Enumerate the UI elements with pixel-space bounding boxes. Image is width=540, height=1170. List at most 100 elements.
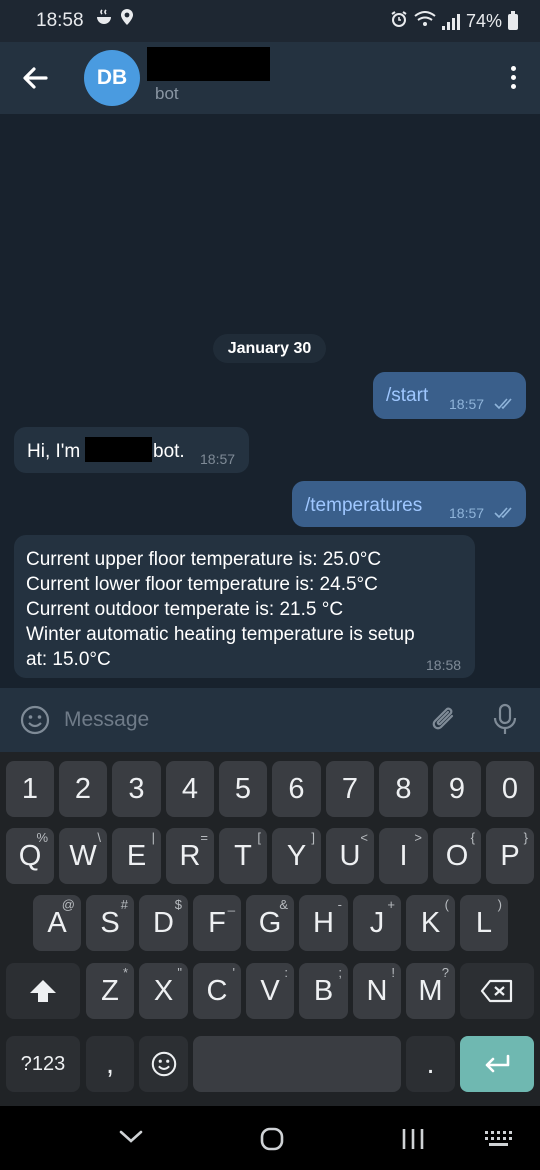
signal-icon	[441, 13, 460, 30]
key-0[interactable]: 0	[486, 761, 534, 817]
message-line: Current outdoor temperate is: 21.5 °C	[26, 599, 344, 620]
enter-key[interactable]	[460, 1036, 534, 1092]
emoji-button[interactable]	[20, 705, 50, 735]
key-a[interactable]: A @	[33, 895, 81, 951]
message-text[interactable]: /temperatures	[305, 495, 422, 517]
key-3[interactable]: 3	[112, 761, 161, 817]
key-s[interactable]: S #	[86, 895, 134, 951]
back-button[interactable]	[16, 60, 56, 96]
key-hint: %	[36, 830, 48, 845]
key-hint: <	[360, 830, 368, 845]
message-time: 18:57	[449, 396, 485, 412]
key-j[interactable]: J +	[353, 895, 401, 951]
backspace-icon	[480, 979, 513, 1003]
space-key[interactable]	[193, 1036, 401, 1092]
key-k[interactable]: K(	[406, 895, 455, 951]
emoji-key[interactable]	[139, 1036, 188, 1092]
key-hint: *	[122, 965, 128, 980]
key-4[interactable]: 4	[166, 761, 214, 817]
key-2[interactable]: 2	[59, 761, 107, 817]
key-6[interactable]: 6	[272, 761, 321, 817]
key-e[interactable]: E |	[112, 828, 161, 884]
message-line: Winter automatic heating temperature is …	[26, 624, 415, 645]
key-9[interactable]: 9	[433, 761, 481, 817]
message-text-before[interactable]: Hi, I'm	[27, 441, 80, 463]
key-g[interactable]: G &	[246, 895, 294, 951]
steam-icon	[94, 8, 114, 31]
key-b[interactable]: B;	[299, 963, 348, 1019]
chevron-down-icon[interactable]	[118, 1128, 144, 1146]
key-c[interactable]: C '	[193, 963, 241, 1019]
key-p[interactable]: P}	[486, 828, 534, 884]
keyboard-hide-icon[interactable]	[484, 1130, 514, 1148]
key-u[interactable]: U <	[326, 828, 374, 884]
date-separator: January 30	[213, 334, 326, 363]
key-x[interactable]: X "	[139, 963, 188, 1019]
shift-arrow-icon	[30, 980, 56, 1002]
home-icon[interactable]	[259, 1126, 285, 1152]
keyboard: 1 2 3 4 5 6 7 8 9 0 Q% W \ E | R = T[ Y] U <…	[0, 752, 540, 1106]
key-i[interactable]: I >	[379, 828, 428, 884]
message-outgoing[interactable]: /start 18:57	[373, 372, 526, 419]
key-o[interactable]: O{	[433, 828, 481, 884]
more-menu-button[interactable]	[506, 64, 520, 94]
key-v[interactable]: V:	[246, 963, 294, 1019]
key-5[interactable]: 5	[219, 761, 267, 817]
status-right: 74%	[390, 10, 518, 33]
key-hint: =	[200, 830, 208, 845]
alarm-icon	[390, 10, 408, 33]
key-l[interactable]: L)	[460, 895, 508, 951]
voice-button[interactable]	[492, 702, 518, 738]
message-time: 18:57	[449, 505, 485, 521]
arrow-left-icon	[23, 67, 48, 89]
message-text-after[interactable]: bot.	[153, 441, 185, 463]
key-w[interactable]: W \	[59, 828, 107, 884]
chat-header: DB bot	[0, 42, 540, 114]
message-input[interactable]	[64, 704, 384, 736]
key-hint: \	[97, 830, 101, 845]
message-text[interactable]: /start	[386, 385, 428, 407]
message-outgoing[interactable]: /temperatures 18:57	[292, 481, 526, 527]
key-h[interactable]: H-	[299, 895, 348, 951]
key-hint: +	[387, 897, 395, 912]
key-f[interactable]: F _	[193, 895, 241, 951]
redacted-chat-name[interactable]	[147, 47, 270, 81]
key-n[interactable]: N!	[353, 963, 401, 1019]
message-incoming[interactable]: Current upper floor temperature is: 25.0…	[14, 535, 475, 678]
backspace-key[interactable]	[460, 963, 534, 1019]
location-icon	[120, 8, 134, 31]
key-t[interactable]: T[	[219, 828, 267, 884]
message-time: 18:58	[426, 657, 462, 673]
key-8[interactable]: 8	[379, 761, 428, 817]
key-hint: )	[497, 897, 502, 912]
key-7[interactable]: 7	[326, 761, 374, 817]
message-incoming[interactable]: Hi, I'm bot. 18:57	[14, 427, 249, 473]
battery-percent: 74%	[465, 11, 502, 31]
key-hint: ;	[338, 965, 342, 980]
key-hint: ?	[441, 965, 449, 980]
key-y[interactable]: Y]	[272, 828, 321, 884]
key-hint: $	[174, 897, 182, 912]
key-q[interactable]: Q%	[6, 828, 54, 884]
avatar[interactable]: DB	[84, 50, 140, 106]
key-r[interactable]: R =	[166, 828, 214, 884]
shift-key[interactable]	[6, 963, 80, 1019]
symbols-key[interactable]: ?123	[6, 1036, 80, 1092]
message-text[interactable]: Current upper floor temperature is: 25.0…	[26, 547, 415, 672]
key-hint: >	[414, 830, 422, 845]
battery-icon	[508, 10, 518, 30]
microphone-icon	[493, 703, 517, 734]
comma-key[interactable]: ,	[86, 1036, 134, 1092]
chat-subtitle: bot	[155, 84, 179, 103]
message-line: Current lower floor temperature is: 24.5…	[26, 574, 378, 595]
key-m[interactable]: M?	[406, 963, 455, 1019]
attach-button[interactable]	[430, 704, 460, 736]
recents-icon[interactable]	[400, 1127, 426, 1151]
key-hint: #	[120, 897, 128, 912]
period-key[interactable]: .	[406, 1036, 455, 1092]
key-d[interactable]: D $	[139, 895, 188, 951]
key-1[interactable]: 1	[6, 761, 54, 817]
key-z[interactable]: Z *	[86, 963, 134, 1019]
message-line: at: 15.0°C	[26, 649, 111, 670]
key-hint: !	[391, 965, 395, 980]
